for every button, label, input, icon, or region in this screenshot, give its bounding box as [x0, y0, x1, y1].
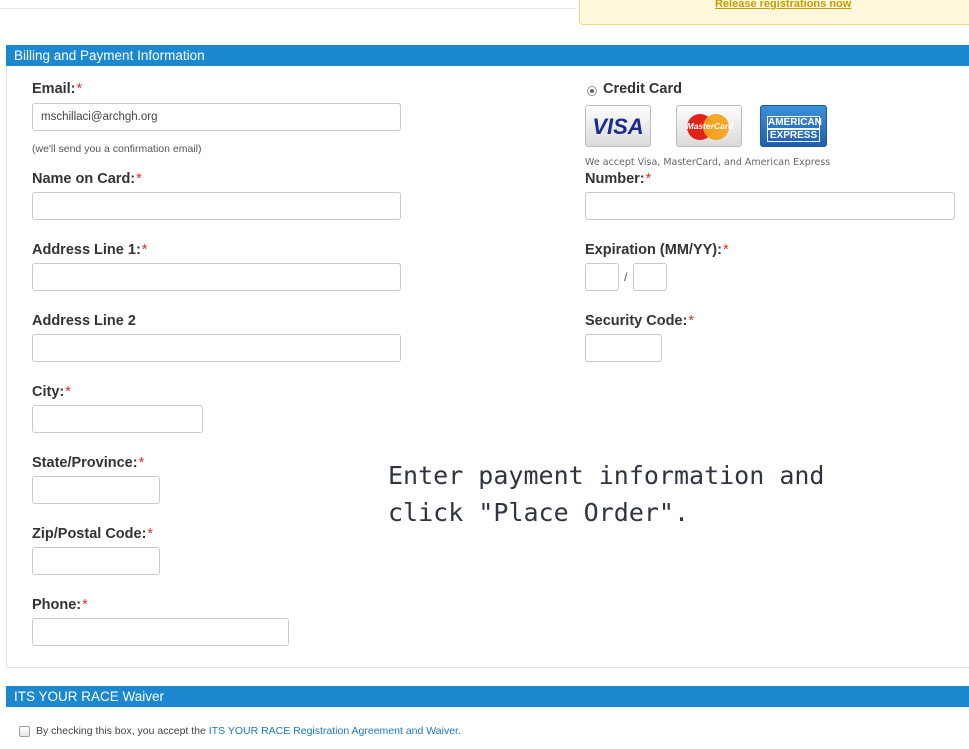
- release-notice-banner: Release registrations now: [579, 0, 969, 25]
- waiver-checkbox-label: By checking this box, you accept the ITS…: [36, 725, 461, 737]
- amex-line-2: EXPRESS: [767, 129, 820, 142]
- expiration-label: Expiration (MM/YY):*: [585, 242, 729, 258]
- card-number-field[interactable]: [585, 192, 955, 220]
- zip-postal-code-label: Zip/Postal Code:*: [32, 526, 154, 542]
- mastercard-wordmark: MasterCard: [686, 121, 734, 131]
- address-line-2-field[interactable]: [32, 334, 401, 362]
- phone-field[interactable]: [32, 618, 289, 646]
- address-line-1-field[interactable]: [32, 263, 401, 291]
- credit-card-label: Credit Card: [603, 81, 682, 97]
- name-on-card-field[interactable]: [32, 192, 401, 220]
- name-on-card-label: Name on Card:*: [32, 171, 142, 187]
- visa-logo: VISA: [585, 105, 651, 147]
- state-province-field[interactable]: [32, 476, 160, 504]
- security-code-field[interactable]: [585, 334, 662, 362]
- instruction-overlay: Enter payment information and click "Pla…: [388, 461, 825, 527]
- expiration-year-field[interactable]: [633, 263, 667, 291]
- top-divider: [0, 8, 575, 9]
- amex-line-1: AMERICAN: [767, 116, 822, 129]
- billing-section-header: Billing and Payment Information: [6, 45, 969, 66]
- address-line-1-label: Address Line 1:*: [32, 242, 148, 258]
- email-field[interactable]: [32, 103, 401, 131]
- american-express-logo: AMERICAN EXPRESS: [760, 105, 827, 147]
- waiver-checkbox[interactable]: [19, 726, 30, 737]
- city-field[interactable]: [32, 405, 203, 433]
- expiration-separator: /: [624, 270, 628, 284]
- release-registrations-link[interactable]: Release registrations now: [715, 0, 851, 10]
- expiration-month-field[interactable]: [585, 263, 619, 291]
- city-label: City:*: [32, 384, 71, 400]
- waiver-section-header: ITS YOUR RACE Waiver: [6, 686, 969, 707]
- phone-label: Phone:*: [32, 597, 88, 613]
- security-code-label: Security Code:*: [585, 313, 694, 329]
- zip-postal-code-field[interactable]: [32, 547, 160, 575]
- email-label: Email:*: [32, 81, 83, 97]
- mastercard-logo: MasterCard: [676, 105, 742, 147]
- waiver-agreement-link[interactable]: ITS YOUR RACE Registration Agreement and…: [209, 725, 458, 737]
- email-hint: (we'll send you a confirmation email): [32, 143, 202, 155]
- credit-card-radio[interactable]: [587, 86, 597, 96]
- address-line-2-label: Address Line 2: [32, 313, 136, 329]
- accepted-cards-text: We accept Visa, MasterCard, and American…: [585, 157, 831, 168]
- state-province-label: State/Province:*: [32, 455, 145, 471]
- card-number-label: Number:*: [585, 171, 652, 187]
